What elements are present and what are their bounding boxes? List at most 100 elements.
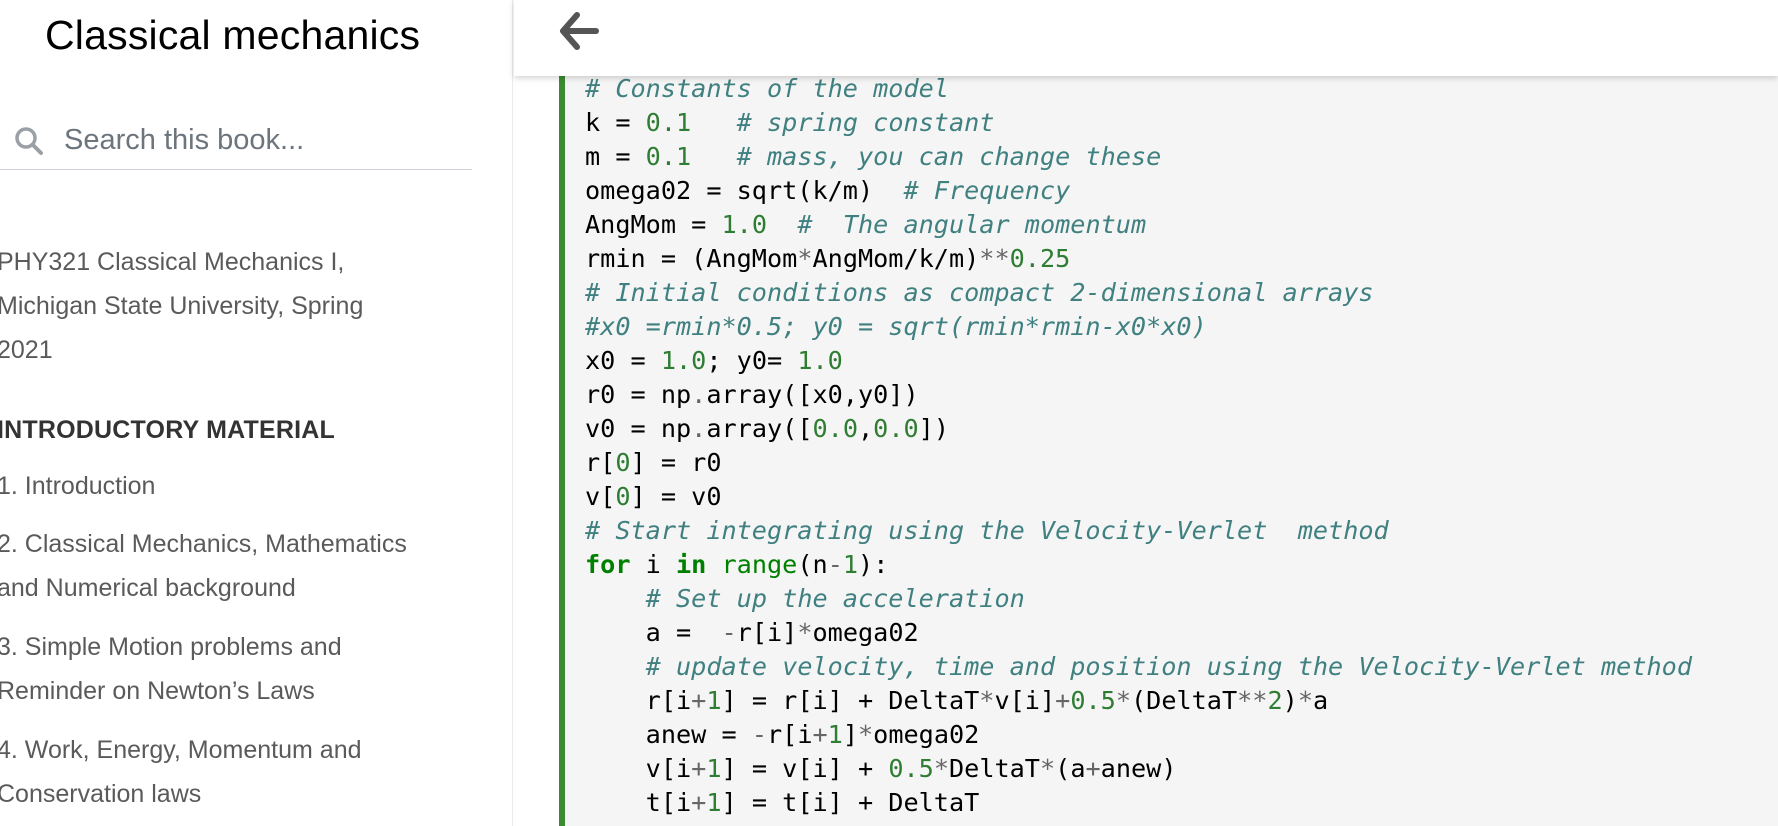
code-comment: # Plot position as function of time [585, 822, 1116, 826]
code-line: # Initial conditions as compact 2-dimens… [585, 276, 1692, 310]
code-token: omega02 [873, 720, 980, 749]
code-token: * [933, 754, 949, 783]
code-token: r[ [585, 448, 616, 477]
code-token: a [1313, 686, 1329, 715]
code-token: - [751, 720, 767, 749]
toc-item-mathematics-numerical[interactable]: 2. Classical Mechanics, Mathematics and … [0, 522, 437, 610]
arrow-left-icon [560, 12, 599, 50]
code-token: * [797, 618, 813, 647]
code-number: 1 [706, 686, 722, 715]
code-number: 1 [706, 754, 722, 783]
code-line: for i in range(n-1): [585, 548, 1692, 582]
code-line: r0 = np.array([x0,y0]) [585, 378, 1692, 412]
code-token: * [797, 244, 813, 273]
code-comment: # mass, you can change these [736, 142, 1162, 171]
search-input[interactable] [64, 124, 464, 157]
code-number: 0.25 [1009, 244, 1071, 273]
code-token: r[i [585, 686, 692, 715]
code-line: anew = -r[i+1]*omega02 [585, 718, 1692, 752]
code-token: array([x0,y0]) [706, 380, 919, 409]
code-token: (DeltaT [1130, 686, 1238, 715]
code-token: ] = v[i] + [721, 754, 889, 783]
code-token: * [979, 686, 995, 715]
code-token: + [691, 686, 707, 715]
code-token: DeltaT [948, 754, 1040, 783]
code-comment: # Initial conditions as compact 2-dimens… [585, 278, 1374, 307]
code-token: ] = r[i] + DeltaT [721, 686, 980, 715]
code-comment: # Set up the acceleration [645, 584, 1025, 613]
code-token: omega02 [812, 618, 919, 647]
back-button[interactable] [556, 8, 602, 54]
search-bar[interactable] [0, 112, 472, 170]
code-comment: # spring constant [736, 108, 995, 137]
code-cell[interactable]: # Constants of the model k = 0.1 # spring… [559, 72, 1778, 826]
toc-item-introduction[interactable]: 1. Introduction [0, 464, 437, 508]
code-token: ; y0= [706, 346, 798, 375]
code-token: AngMom/k/m) [812, 244, 980, 273]
code-token: ) [1282, 686, 1298, 715]
code-comment: # The angular momentum [797, 210, 1147, 239]
code-token: a = [585, 618, 722, 647]
code-token: v0 = np [585, 414, 692, 443]
code-line: v0 = np.array([0.0,0.0]) [585, 412, 1692, 446]
code-line: # Start integrating using the Velocity-V… [585, 514, 1692, 548]
code-token: anew) [1100, 754, 1177, 783]
code-number: 0.5 [888, 754, 934, 783]
code-token: + [691, 788, 707, 817]
toc-item-simple-motion[interactable]: 3. Simple Motion problems and Reminder o… [0, 625, 437, 713]
code-token: r[i [766, 720, 813, 749]
code-number: 0 [615, 448, 631, 477]
code-number: 1.0 [660, 346, 707, 375]
code-comment: # Frequency [903, 176, 1071, 205]
code-token: (n [797, 550, 828, 579]
code-line: # Set up the acceleration [585, 582, 1692, 616]
book-title[interactable]: Classical mechanics [45, 12, 420, 59]
code-line: # update velocity, time and position usi… [585, 650, 1692, 684]
code-line: x0 = 1.0; y0= 1.0 [585, 344, 1692, 378]
code-line: k = 0.1 # spring constant [585, 106, 1692, 140]
code-token: . [691, 414, 707, 443]
main-content: # Constants of the model k = 0.1 # spring… [514, 0, 1778, 826]
book-description: PHY321 Classical Mechanics I, Michigan S… [0, 248, 364, 364]
code-token: AngMom = [585, 210, 722, 239]
code-number: 1.0 [797, 346, 843, 375]
code-line: omega02 = sqrt(k/m) # Frequency [585, 174, 1692, 208]
code-token: range [721, 550, 798, 579]
code-line: #x0 =rmin*0.5; y0 = sqrt(rmin*rmin-x0*x0… [585, 310, 1692, 344]
code-token: omega02 = sqrt(k/m) [585, 176, 904, 205]
code-token: , [857, 414, 874, 443]
code-token: v[i [585, 754, 692, 783]
code-number: 1 [827, 720, 843, 749]
code-number: 0.0 [812, 414, 858, 443]
code-token: + [1085, 754, 1101, 783]
code-token: ] [842, 720, 858, 749]
code-token: t[i [585, 788, 692, 817]
code-token: i [630, 550, 676, 579]
code-token: ] = r0 [630, 448, 722, 477]
code-line: rmin = (AngMom*AngMom/k/m)**0.25 [585, 242, 1692, 276]
code-token: m = [585, 142, 646, 171]
code-token: v[ [585, 482, 616, 511]
code-number: 0 [615, 482, 631, 511]
code-token: ]) [918, 414, 949, 443]
code-token: v[i] [994, 686, 1056, 715]
code-number: 0.1 [645, 108, 692, 137]
code-token: * [1115, 686, 1131, 715]
code-keyword: in [676, 550, 707, 579]
code-line: a = -r[i]*omega02 [585, 616, 1692, 650]
code-token: array([ [706, 414, 813, 443]
code-number: 0.0 [873, 414, 919, 443]
search-icon [15, 126, 43, 155]
code-token: anew = [585, 720, 752, 749]
code-block: # Constants of the model k = 0.1 # spring… [585, 72, 1692, 826]
toc-item-work-energy[interactable]: 4. Work, Energy, Momentum and Conservati… [0, 728, 437, 816]
code-token: + [812, 720, 828, 749]
code-token: r[i] [736, 618, 798, 647]
code-number: 0.5 [1070, 686, 1116, 715]
code-token: + [1055, 686, 1071, 715]
code-token: - [721, 618, 737, 647]
